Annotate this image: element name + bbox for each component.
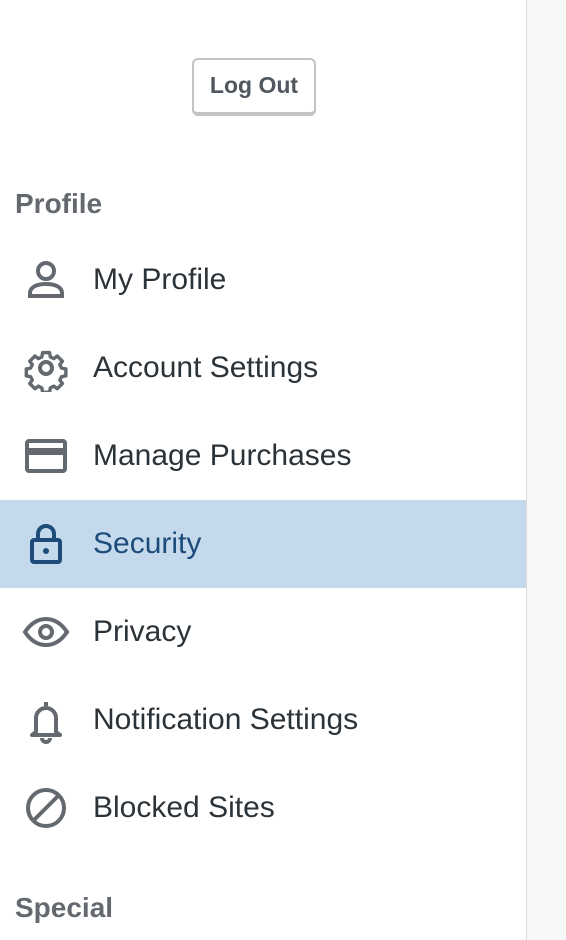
credit-card-icon	[22, 432, 70, 480]
sidebar-item-label: Security	[93, 527, 202, 560]
sidebar-item-privacy[interactable]: Privacy	[0, 588, 526, 676]
content-pane	[527, 0, 566, 940]
sidebar: Log Out Profile My Profile Account Setti…	[0, 0, 527, 940]
sidebar-item-manage-purchases[interactable]: Manage Purchases	[0, 412, 526, 500]
sidebar-item-label: My Profile	[93, 263, 227, 296]
sidebar-item-label: Privacy	[93, 615, 192, 648]
user-icon	[22, 256, 70, 304]
sidebar-item-blocked-sites[interactable]: Blocked Sites	[0, 764, 526, 852]
sidebar-item-notification-settings[interactable]: Notification Settings	[0, 676, 526, 764]
section-heading-special: Special	[15, 892, 114, 923]
logout-button[interactable]: Log Out	[192, 58, 316, 116]
sidebar-item-security[interactable]: Security	[0, 500, 526, 588]
sidebar-item-label: Manage Purchases	[93, 439, 352, 472]
blocked-icon	[22, 784, 70, 832]
bell-icon	[22, 696, 70, 744]
sidebar-item-label: Notification Settings	[93, 703, 359, 736]
eye-icon	[22, 608, 70, 656]
profile-nav-list: My Profile Account Settings Manage Purch…	[0, 236, 526, 852]
sidebar-item-label: Blocked Sites	[93, 791, 275, 824]
sidebar-item-label: Account Settings	[93, 351, 319, 384]
gear-icon	[22, 344, 70, 392]
sidebar-item-my-profile[interactable]: My Profile	[0, 236, 526, 324]
section-heading-profile: Profile	[15, 188, 103, 219]
lock-icon	[22, 520, 70, 568]
sidebar-item-account-settings[interactable]: Account Settings	[0, 324, 526, 412]
